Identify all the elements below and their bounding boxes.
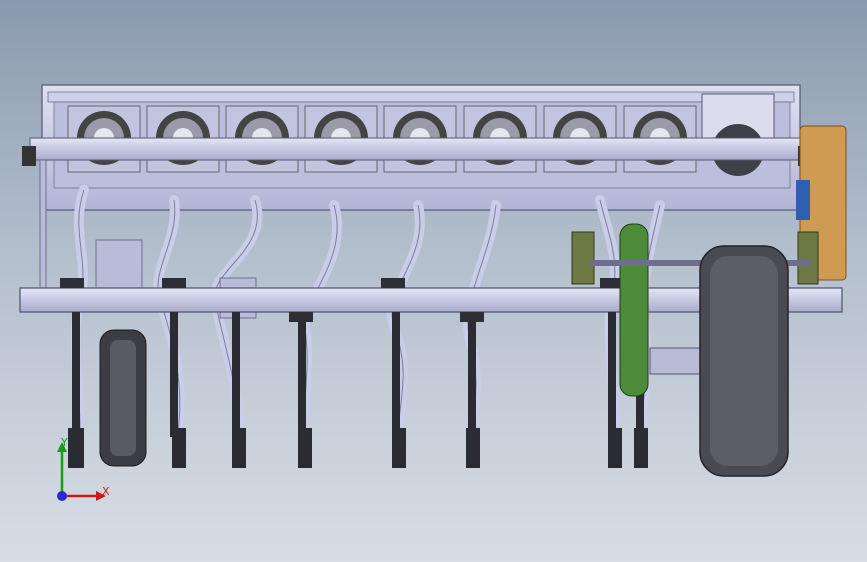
triad-x-label: X [102,485,110,498]
z-axis-dot [57,491,67,501]
planter-model[interactable] [0,0,867,562]
opener-shank [232,312,246,468]
drive-tire[interactable] [699,245,789,477]
coordinate-triad: Y X [44,436,114,508]
graphics-viewport[interactable]: Y X [0,0,867,562]
furrow-openers [68,312,648,468]
triad-y-label: Y [61,436,68,449]
